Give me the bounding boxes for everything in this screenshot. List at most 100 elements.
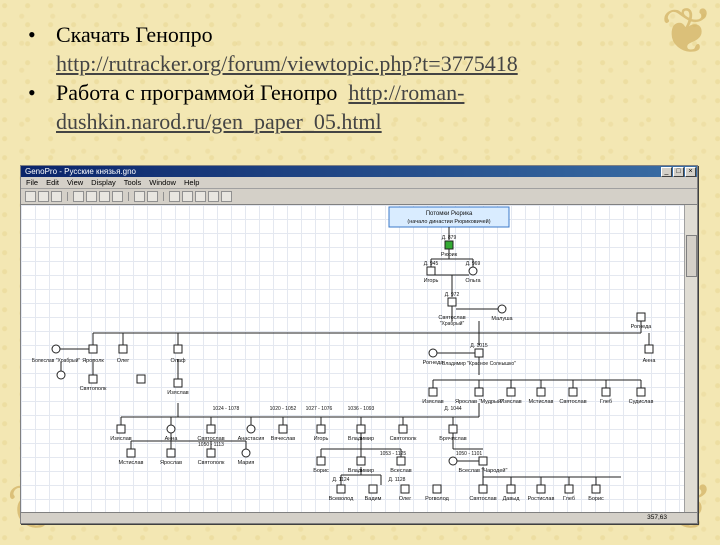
male-person-icon[interactable] xyxy=(356,456,366,466)
tree-label: Святополк xyxy=(80,386,107,392)
male-person-icon[interactable] xyxy=(478,456,488,466)
male-person-icon[interactable] xyxy=(432,484,442,494)
tree-label: Святослав xyxy=(469,496,496,502)
male-person-icon[interactable] xyxy=(644,344,654,354)
male-person-icon[interactable] xyxy=(506,484,516,494)
male-person-icon[interactable] xyxy=(118,344,128,354)
male-person-icon[interactable] xyxy=(474,348,484,358)
tree-label: 1024 - 1078 xyxy=(213,406,240,412)
male-person-icon[interactable] xyxy=(173,344,183,354)
cut-icon[interactable] xyxy=(86,191,97,202)
tree-label: Святополк xyxy=(390,436,417,442)
vertical-scrollbar[interactable] xyxy=(684,205,697,513)
tree-label: Д. 1124 xyxy=(333,477,350,483)
female-person-icon[interactable] xyxy=(448,456,458,466)
male-person-icon[interactable] xyxy=(88,374,98,384)
male-person-icon[interactable] xyxy=(396,456,406,466)
tree-label: 1050 - 1101 xyxy=(456,451,483,457)
male-person-icon[interactable] xyxy=(636,312,646,322)
redo-icon[interactable] xyxy=(147,191,158,202)
male-person-icon[interactable] xyxy=(316,424,326,434)
male-person-icon[interactable] xyxy=(568,387,578,397)
male-person-icon[interactable] xyxy=(278,424,288,434)
bullet-text: Работа с программой Генопро xyxy=(56,80,338,105)
male-person-icon[interactable] xyxy=(636,387,646,397)
tree-label: Д. 1128 xyxy=(389,477,406,483)
tree-label: 1027 - 1076 xyxy=(306,406,333,412)
male-person-icon[interactable] xyxy=(474,387,484,397)
maximize-button[interactable]: □ xyxy=(673,166,684,177)
close-button[interactable]: × xyxy=(685,166,696,177)
tree-label: Мстислав xyxy=(119,460,144,466)
male-person-icon[interactable] xyxy=(126,448,136,458)
new-icon[interactable] xyxy=(25,191,36,202)
zoom-out-icon[interactable] xyxy=(221,191,232,202)
paste-icon[interactable] xyxy=(112,191,123,202)
female-person-icon[interactable] xyxy=(241,448,251,458)
menu-window[interactable]: Window xyxy=(149,177,176,188)
male-person-icon[interactable] xyxy=(448,424,458,434)
download-link[interactable]: http://rutracker.org/forum/viewtopic.php… xyxy=(56,51,518,76)
menu-display[interactable]: Display xyxy=(91,177,116,188)
male-person-icon[interactable] xyxy=(601,387,611,397)
male-person-icon[interactable] xyxy=(478,484,488,494)
tree-label: Олег xyxy=(117,358,130,364)
male-person-icon[interactable] xyxy=(173,378,183,388)
tree-label: Олег xyxy=(399,496,412,502)
zoom-in-icon[interactable] xyxy=(208,191,219,202)
female-person-icon[interactable] xyxy=(428,348,438,358)
male-person-icon[interactable] xyxy=(316,456,326,466)
copy-icon[interactable] xyxy=(99,191,110,202)
male-person-icon[interactable] xyxy=(166,448,176,458)
tree-label: Д. 879 xyxy=(442,235,457,241)
print-icon[interactable] xyxy=(73,191,84,202)
menu-file[interactable]: File xyxy=(26,177,38,188)
menu-edit[interactable]: Edit xyxy=(46,177,59,188)
male-person-icon[interactable] xyxy=(400,484,410,494)
male-person-icon[interactable] xyxy=(536,484,546,494)
male-person-icon[interactable] xyxy=(336,484,346,494)
male-icon[interactable] xyxy=(169,191,180,202)
scroll-thumb[interactable] xyxy=(686,235,697,277)
tree-label: Д. 945 xyxy=(424,261,439,267)
male-person-icon[interactable] xyxy=(206,448,216,458)
female-person-icon[interactable] xyxy=(468,266,478,276)
tree-label: Глеб xyxy=(600,399,612,405)
open-icon[interactable] xyxy=(38,191,49,202)
male-person-icon[interactable] xyxy=(447,297,457,307)
tree-label: Д. 969 xyxy=(466,261,481,267)
female-person-icon[interactable] xyxy=(166,424,176,434)
family-tree-canvas[interactable]: Потомки Рюрика (начало династии Рюрикович… xyxy=(21,205,685,513)
male-person-icon[interactable] xyxy=(564,484,574,494)
menu-help[interactable]: Help xyxy=(184,177,199,188)
male-person-icon[interactable] xyxy=(206,424,216,434)
male-person-icon[interactable] xyxy=(116,424,126,434)
male-person-icon[interactable] xyxy=(506,387,516,397)
minimize-button[interactable]: _ xyxy=(661,166,672,177)
female-person-icon[interactable] xyxy=(246,424,256,434)
male-person-icon[interactable] xyxy=(428,387,438,397)
male-person-icon[interactable] xyxy=(88,344,98,354)
female-icon[interactable] xyxy=(182,191,193,202)
female-person-icon[interactable] xyxy=(56,370,66,380)
undo-icon[interactable] xyxy=(134,191,145,202)
male-person-icon[interactable] xyxy=(398,424,408,434)
female-person-icon[interactable] xyxy=(51,344,61,354)
tree-label: 1053 - 1125 xyxy=(380,451,407,457)
male-person-icon[interactable] xyxy=(426,266,436,276)
tree-label: 1050 - 1113 xyxy=(198,442,224,448)
save-icon[interactable] xyxy=(51,191,62,202)
family-icon[interactable] xyxy=(195,191,206,202)
female-person-icon[interactable] xyxy=(497,304,507,314)
male-person-icon[interactable] xyxy=(356,424,366,434)
tree-label: (начало династии Рюриковичей) xyxy=(407,218,490,225)
male-person-icon[interactable] xyxy=(444,240,454,250)
toolbar-separator xyxy=(67,192,68,201)
tree-label: Игорь xyxy=(314,436,329,442)
male-person-icon[interactable] xyxy=(536,387,546,397)
menu-view[interactable]: View xyxy=(67,177,83,188)
male-person-icon[interactable] xyxy=(136,374,146,384)
male-person-icon[interactable] xyxy=(368,484,378,494)
menu-tools[interactable]: Tools xyxy=(124,177,142,188)
male-person-icon[interactable] xyxy=(591,484,601,494)
